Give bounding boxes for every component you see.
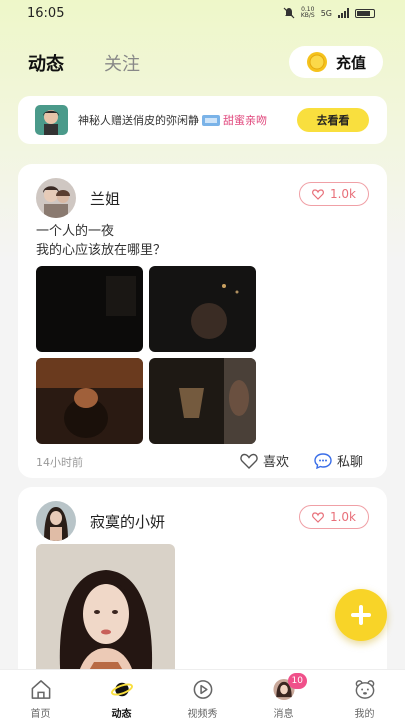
photo-grid [36, 266, 256, 444]
signal-type: 5G [320, 8, 332, 18]
bear-face-icon [355, 680, 374, 699]
post-photo[interactable] [149, 266, 256, 352]
status-bar: 16:05 0.10 KB/S 5G [0, 0, 405, 26]
username: 兰姐 [90, 189, 121, 208]
post-photo[interactable] [36, 358, 143, 444]
gift-notice-bar[interactable]: 神秘人赠送俏皮的弥闲静 甜蜜亲吻 去看看 [18, 96, 387, 144]
unread-badge: 10 [287, 673, 307, 689]
net-speed: 0.10 KB/S [300, 6, 315, 19]
avatar[interactable] [36, 178, 76, 218]
nav-item-messages[interactable]: 10 消息 [243, 670, 324, 720]
post-time: 14小时前 [36, 456, 83, 469]
post-author[interactable]: 寂寞的小妍 [36, 501, 165, 541]
recharge-button[interactable]: 充值 [289, 46, 383, 78]
tab-feed[interactable]: 动态 [28, 50, 64, 76]
notice-text: 神秘人赠送俏皮的弥闲静 甜蜜亲吻 [78, 114, 267, 127]
post-text: 一个人的一夜 我的心应该放在哪里？ [36, 224, 167, 258]
chat-bubble-icon [314, 452, 332, 469]
tab-following[interactable]: 关注 [104, 50, 140, 76]
battery-icon [355, 8, 375, 18]
like-count-button[interactable]: 1.0k [299, 182, 369, 206]
go-see-button[interactable]: 去看看 [297, 108, 369, 132]
mute-bell-icon [283, 7, 295, 19]
post-photo[interactable] [149, 358, 256, 444]
status-icons: 0.10 KB/S 5G [283, 7, 375, 19]
like-button[interactable]: 喜欢 [240, 451, 289, 470]
heart-icon [312, 188, 324, 200]
plus-icon [351, 605, 371, 625]
post-author[interactable]: 兰姐 [36, 178, 120, 218]
nav-item-home[interactable]: 首页 [0, 670, 81, 720]
like-count: 1.0k [329, 187, 357, 201]
recharge-label: 充值 [335, 53, 366, 72]
like-count: 1.0k [329, 510, 357, 524]
heart-icon [240, 453, 258, 469]
top-tabs: 动态 关注 [28, 50, 140, 76]
post-photo[interactable] [36, 266, 143, 352]
username: 寂寞的小妍 [90, 512, 166, 531]
post-card[interactable]: 兰姐 1.0k 一个人的一夜 我的心应该放在哪里？ 14小时前 喜欢 私聊 [18, 164, 387, 478]
planet-icon [110, 682, 133, 697]
private-chat-button[interactable]: 私聊 [314, 451, 363, 470]
home-icon [31, 680, 50, 699]
coin-icon [306, 52, 327, 72]
add-post-button[interactable] [335, 589, 387, 641]
nav-item-feed[interactable]: 动态 [81, 670, 162, 720]
play-icon [193, 680, 212, 699]
nav-item-profile[interactable]: 我的 [324, 670, 405, 720]
avatar[interactable] [36, 501, 76, 541]
heart-icon [312, 511, 324, 523]
status-time: 16:05 [27, 6, 65, 21]
gift-icon [202, 114, 220, 126]
signal-bars-icon [338, 8, 349, 18]
notice-avatar [35, 105, 68, 135]
nav-item-video-show[interactable]: 视频秀 [162, 670, 243, 720]
bottom-nav: 首页 动态 视频秀 10 消息 我的 [0, 669, 405, 720]
post-photo[interactable] [36, 544, 175, 684]
like-count-button[interactable]: 1.0k [299, 505, 369, 529]
